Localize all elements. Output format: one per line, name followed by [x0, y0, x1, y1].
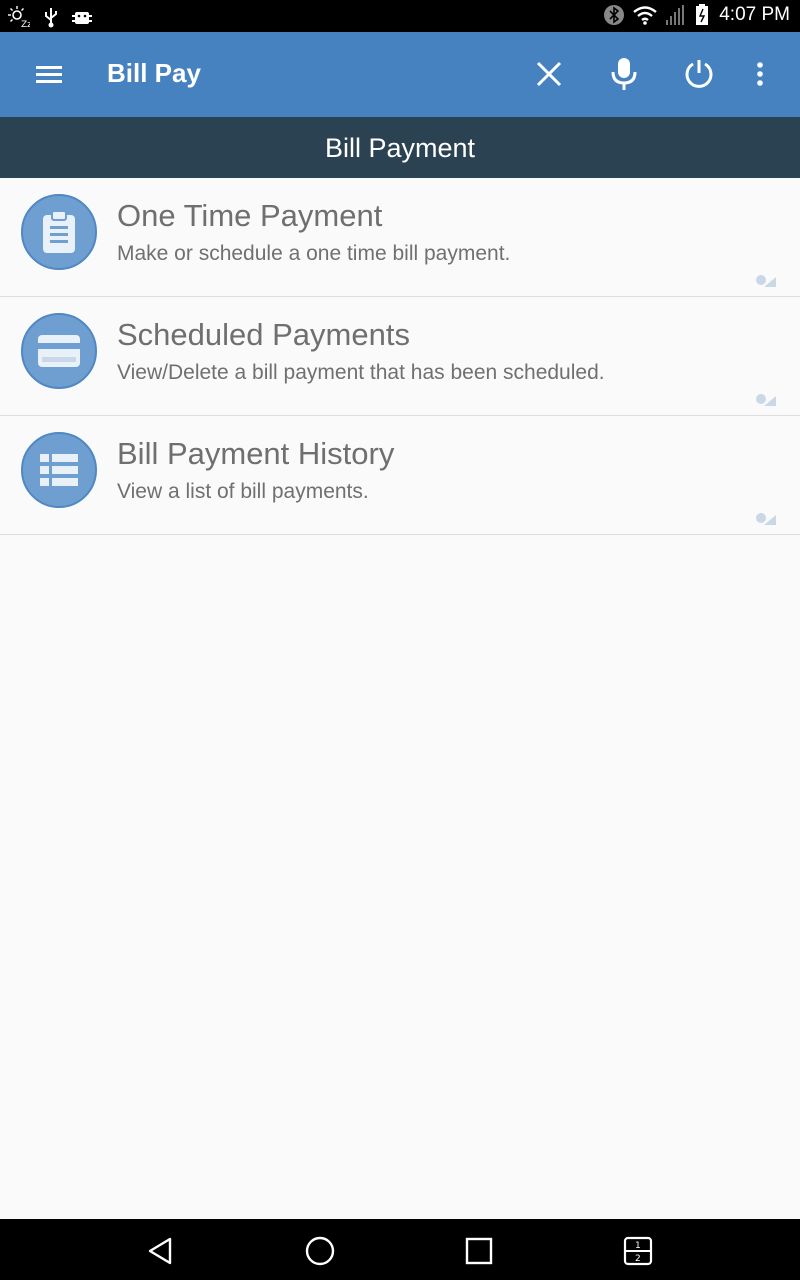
- hamburger-menu-icon: [36, 66, 62, 83]
- item-title: Bill Payment History: [117, 436, 395, 471]
- item-subtitle: View a list of bill payments.: [117, 480, 369, 503]
- usb-icon: [45, 8, 57, 28]
- bill-payment-menu-list: One Time Payment Make or schedule a one …: [0, 178, 800, 535]
- recents-button[interactable]: [459, 1231, 499, 1271]
- status-bar: Zz 4:07 PM: [0, 0, 800, 32]
- svg-text:2: 2: [635, 1254, 641, 1264]
- sleep-icon: Zz: [8, 6, 30, 28]
- microphone-button[interactable]: [606, 56, 642, 92]
- item-title: One Time Payment: [117, 198, 383, 233]
- list-icon: [40, 454, 78, 486]
- overflow-menu-icon: [757, 62, 763, 86]
- wifi-icon: [633, 6, 657, 25]
- battery-icon: [696, 4, 709, 25]
- status-left-icons: Zz: [8, 6, 92, 28]
- svg-text:1: 1: [635, 1241, 641, 1251]
- svg-text:Zz: Zz: [21, 20, 30, 28]
- list-item-bill-payment-history[interactable]: Bill Payment History View a list of bill…: [0, 416, 800, 535]
- close-button[interactable]: [531, 56, 567, 92]
- app-bar: Bill Pay: [0, 32, 800, 117]
- status-right-icons: 4:07 PM: [603, 4, 790, 26]
- back-button[interactable]: [141, 1231, 181, 1271]
- back-icon: [148, 1237, 172, 1265]
- item-subtitle: Make or schedule a one time bill payment…: [117, 242, 511, 265]
- chat-bubble-icon: [756, 394, 776, 406]
- power-icon: [685, 60, 713, 88]
- bluetooth-icon: [604, 5, 625, 25]
- overflow-menu-button[interactable]: [742, 56, 778, 92]
- hamburger-menu-button[interactable]: [34, 60, 64, 90]
- chat-bubble-icon: [756, 275, 776, 287]
- microphone-icon: [611, 58, 637, 90]
- section-header: Bill Payment: [0, 117, 800, 178]
- split-screen-icon: 1 2: [623, 1236, 653, 1266]
- credit-card-icon: [38, 335, 80, 367]
- split-screen-button[interactable]: 1 2: [618, 1231, 658, 1271]
- system-navigation-bar: 1 2: [0, 1219, 800, 1280]
- item-title: Scheduled Payments: [117, 317, 410, 352]
- close-icon: [536, 61, 562, 87]
- chat-bubble-icon: [756, 513, 776, 525]
- list-icon-circle: [21, 432, 97, 508]
- clipboard-icon: [43, 210, 75, 253]
- android-debug-icon: [72, 12, 92, 24]
- list-item-one-time-payment[interactable]: One Time Payment Make or schedule a one …: [0, 178, 800, 297]
- credit-card-icon-circle: [21, 313, 97, 389]
- item-subtitle: View/Delete a bill payment that has been…: [117, 361, 605, 384]
- status-time: 4:07 PM: [719, 4, 790, 25]
- home-button[interactable]: [300, 1231, 340, 1271]
- home-icon: [305, 1236, 335, 1266]
- list-item-scheduled-payments[interactable]: Scheduled Payments View/Delete a bill pa…: [0, 297, 800, 416]
- clipboard-icon-circle: [21, 194, 97, 270]
- recents-icon: [465, 1237, 493, 1265]
- power-button[interactable]: [681, 56, 717, 92]
- signal-icon: [666, 5, 685, 25]
- app-title: Bill Pay: [107, 58, 201, 88]
